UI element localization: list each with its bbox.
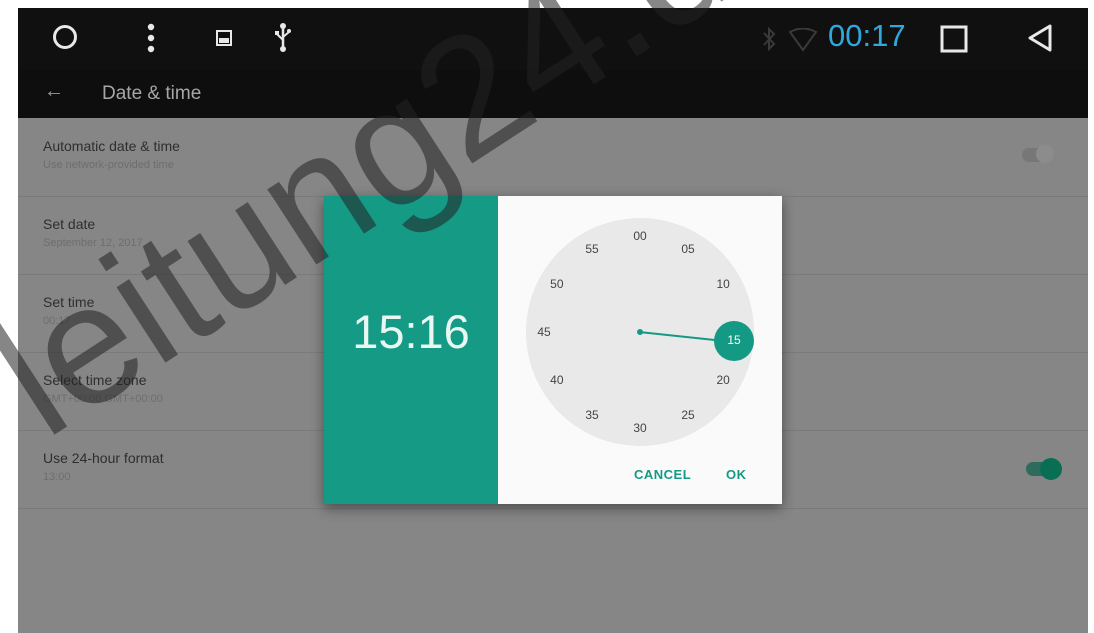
setting-title: Set date bbox=[43, 216, 96, 232]
clock-number[interactable]: 35 bbox=[580, 408, 604, 422]
time-header: 15:16 bbox=[324, 196, 498, 504]
setting-title: Set time bbox=[43, 294, 95, 310]
clock-number[interactable]: 55 bbox=[580, 242, 604, 256]
clock-number[interactable]: 10 bbox=[711, 277, 735, 291]
selected-time[interactable]: 15:16 bbox=[324, 304, 498, 359]
clock-center-dot bbox=[637, 329, 643, 335]
home-circle-icon[interactable] bbox=[52, 24, 78, 50]
status-clock: 00:17 bbox=[828, 18, 906, 53]
selected-minute: 15 bbox=[727, 333, 741, 347]
recents-square-icon[interactable] bbox=[940, 25, 968, 53]
setting-title: Automatic date & time bbox=[43, 138, 180, 154]
setting-automatic-date-time[interactable]: Automatic date & time Use network-provid… bbox=[18, 118, 1088, 197]
wifi-icon bbox=[788, 27, 818, 52]
android-screen: 00:17 ← Date & time Automatic date & tim… bbox=[18, 8, 1088, 633]
image-icon bbox=[216, 30, 232, 46]
status-bar: 00:17 bbox=[18, 8, 1088, 70]
page-title: Date & time bbox=[102, 83, 202, 104]
back-triangle-icon[interactable] bbox=[1026, 23, 1054, 53]
24-hour-toggle[interactable] bbox=[1026, 458, 1062, 480]
setting-subtitle: GMT+00:00 GMT+00:00 bbox=[43, 393, 163, 405]
setting-subtitle: September 12, 2017 bbox=[43, 237, 143, 249]
usb-icon bbox=[274, 22, 292, 52]
app-bar: ← Date & time bbox=[18, 70, 1088, 118]
minute-selector[interactable]: 15 bbox=[714, 321, 754, 361]
clock-face[interactable]: 15 00 05 10 20 25 30 35 40 45 50 55 bbox=[526, 218, 754, 446]
cancel-button[interactable]: CANCEL bbox=[634, 467, 691, 482]
bluetooth-icon bbox=[762, 26, 776, 52]
toggle-knob bbox=[1040, 458, 1062, 480]
ok-button[interactable]: OK bbox=[726, 467, 747, 482]
clock-number[interactable]: 30 bbox=[628, 421, 652, 435]
automatic-time-toggle[interactable] bbox=[1022, 145, 1054, 163]
clock-number[interactable]: 00 bbox=[628, 229, 652, 243]
setting-subtitle: 00:17 bbox=[43, 315, 71, 327]
setting-subtitle: 13:00 bbox=[43, 471, 71, 483]
setting-title: Select time zone bbox=[43, 372, 147, 388]
clock-number[interactable]: 45 bbox=[532, 325, 556, 339]
clock-panel: 15 00 05 10 20 25 30 35 40 45 50 55 CANC… bbox=[498, 196, 782, 504]
clock-number[interactable]: 20 bbox=[711, 373, 735, 387]
clock-number[interactable]: 05 bbox=[676, 242, 700, 256]
setting-subtitle: Use network-provided time bbox=[43, 159, 174, 171]
time-picker-dialog: 15:16 15 00 05 10 20 25 30 35 40 45 50 5… bbox=[324, 196, 782, 504]
clock-number[interactable]: 40 bbox=[545, 373, 569, 387]
back-arrow-icon[interactable]: ← bbox=[44, 80, 64, 103]
setting-title: Use 24-hour format bbox=[43, 450, 164, 466]
toggle-knob bbox=[1036, 145, 1054, 163]
clock-number[interactable]: 25 bbox=[676, 408, 700, 422]
overflow-menu-icon[interactable] bbox=[146, 22, 156, 54]
clock-number[interactable]: 50 bbox=[545, 277, 569, 291]
